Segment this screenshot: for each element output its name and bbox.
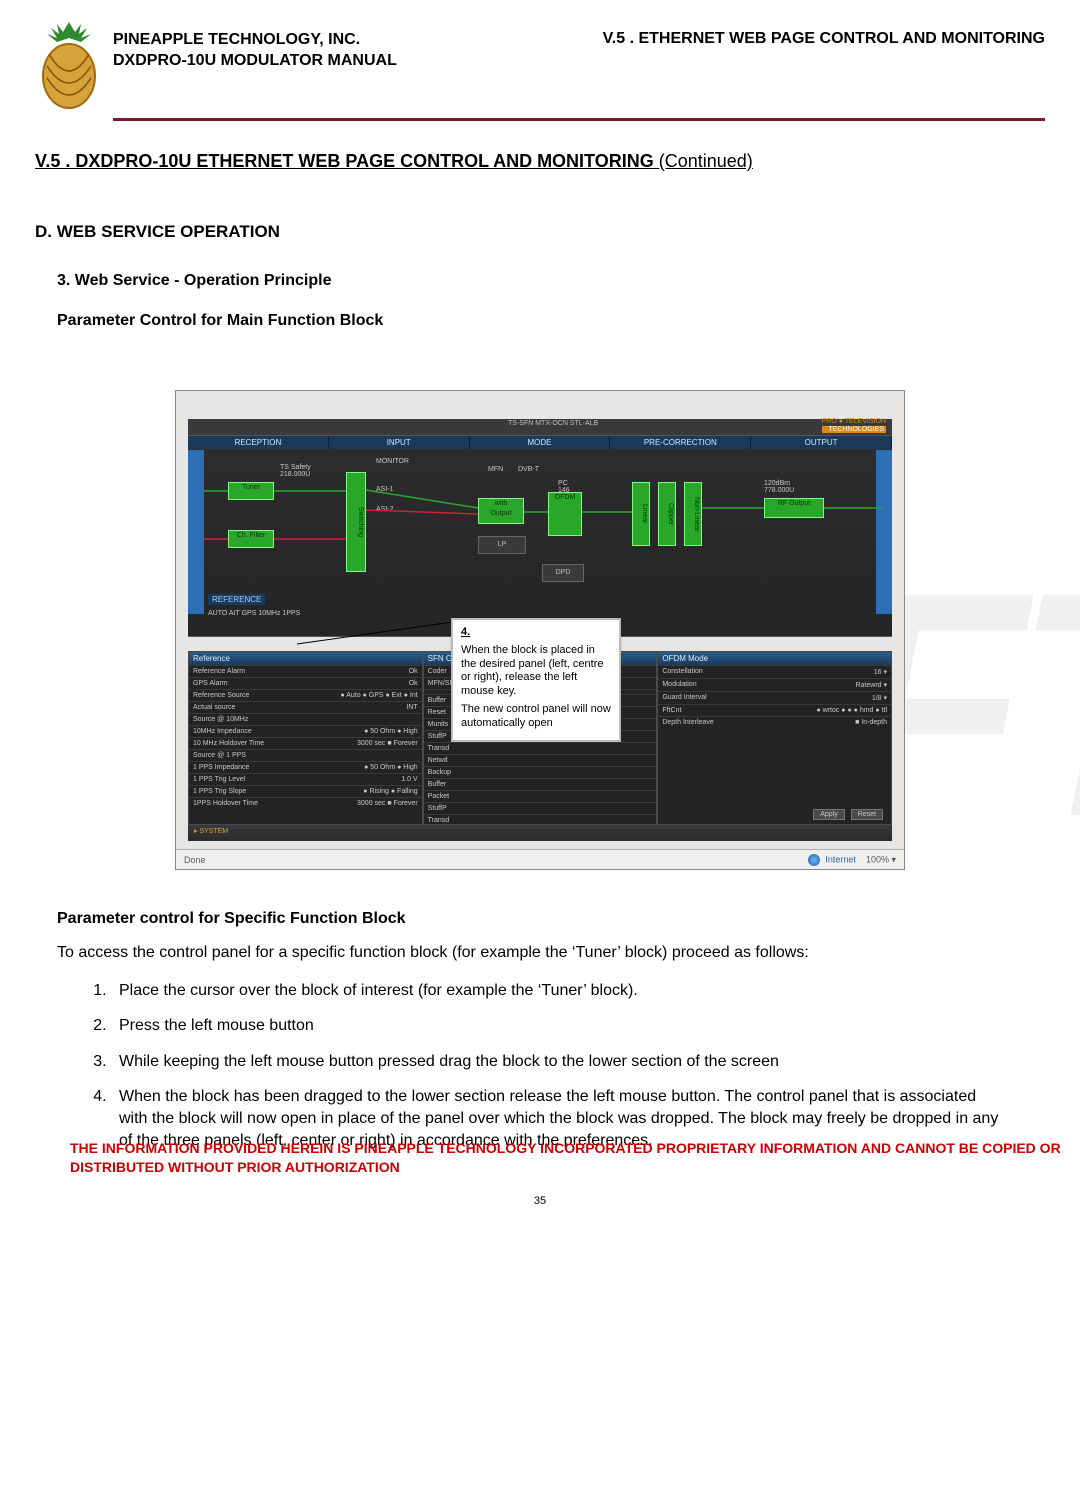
panel-row: Source @ 10MHz [189,713,422,725]
monitor-label: MONITOR [376,458,409,465]
panel-row: Depth Interleave■ In-depth [658,716,891,728]
reference-row: AUTO AIT GPS 10MHz 1PPS [208,610,300,617]
panel-row: FftCnt● wrtoc ● ● ● hmd ● ttl [658,704,891,716]
heading-d: D. WEB SERVICE OPERATION [35,222,1045,242]
section-title-main: V.5 . DXDPRO-10U ETHERNET WEB PAGE CONTR… [35,151,654,171]
band-hdr-input: INPUT [329,436,470,449]
panel-row: Packet [424,790,657,802]
status-internet: Internet [825,854,856,864]
rfout-freq-label: 120dBm 778.000U [764,480,794,494]
panel-row: Buffer [424,778,657,790]
panel-row: GPS AlarmOk [189,677,422,689]
reset-button[interactable]: Reset [851,809,883,820]
figure-screenshot: TS-SFN MTX-OCN STL-ALB PRO ● TELEVISION … [175,390,905,870]
band-hdr-output: OUTPUT [751,436,892,449]
panel-row: StuffP [424,802,657,814]
header-rule [113,118,1045,121]
heading-parameter-specific: Parameter control for Specific Function … [57,910,1045,928]
panel-row: 1 PPS Trig Slope● Rising ● Falling [189,785,422,797]
panel-row: Backup [424,766,657,778]
status-zoom: 100% ▾ [866,854,896,864]
panel-row: Reference Source● Auto ● GPS ● Ext ● Int [189,689,422,701]
apply-button[interactable]: Apply [813,809,845,820]
panel-row: Actual sourceINT [189,701,422,713]
callout-number: 4. [461,626,470,638]
panel-row: Transd [424,742,657,754]
panel-row: Guard Interval1/8 ▾ [658,691,891,704]
function-block-diagram: RECEPTION INPUT MODE PRE-CORRECTION OUTP… [188,435,892,637]
pineapple-logo-icon [35,20,103,112]
panel-ofdm: OFDM Mode Constellation16 ▾ModulationRat… [657,651,892,825]
panel-row: ModulationRatewrd ▾ [658,678,891,691]
asi1-label: ASI-1 [376,486,394,493]
panel-reference-title: Reference [189,652,422,665]
block-switching[interactable]: Switching [346,472,366,572]
panel-reference-rows: Reference AlarmOkGPS AlarmOkReference So… [189,665,422,809]
brand-logo: PRO ● TELEVISION TECHNOLOGIES [822,418,886,433]
internet-icon [808,854,820,866]
section-title-continued: (Continued) [659,151,753,171]
tuner-freq-label: TS Safety 218.000U [280,464,311,478]
panel-row: 1PPS Holdover Time3000 sec ■ Forever [189,797,422,809]
panel-row: Reference AlarmOk [189,665,422,677]
block-linear[interactable]: Linear [632,482,650,546]
page-number: 35 [35,1195,1045,1207]
brand-line2: TECHNOLOGIES [822,426,886,434]
panel-row: Source @ 1 PPS [189,749,422,761]
panel-row: Constellation16 ▾ [658,665,891,678]
header-left: PINEAPPLE TECHNOLOGY, INC. DXDPRO-10U MO… [113,30,397,72]
step-3: While keeping the left mouse button pres… [111,1051,1009,1073]
callout-p1: When the block is placed in the desired … [461,644,611,699]
band-hdr-mode: MODE [470,436,611,449]
block-clipper[interactable]: Clipper [658,482,676,546]
dvbt-label: DVB-T [518,466,539,473]
panel-row: 1 PPS Impedance● 50 Ohm ● High [189,761,422,773]
band-hdr-precorrection: PRE-CORRECTION [610,436,751,449]
header-topic: V.5 . ETHERNET WEB PAGE CONTROL AND MONI… [603,30,1045,48]
block-rfoutput[interactable]: RF Output [764,498,824,518]
block-output[interactable]: with Output [478,498,524,524]
mfn-label: MFN [488,466,503,473]
callout-step4: 4. When the block is placed in the desir… [451,618,621,742]
band-hdr-reception: RECEPTION [188,436,329,449]
footer-proprietary-warning: THE INFORMATION PROVIDED HEREIN IS PINEA… [70,1139,1080,1177]
block-ofdm[interactable]: OFDM [548,492,582,536]
block-chfilter[interactable]: Ch. Filter [228,530,274,548]
intro-paragraph: To access the control panel for a specif… [57,942,1045,964]
panel-row: 1 PPS Trig Level1.0 V [189,773,422,785]
heading-3: 3. Web Service - Operation Principle [57,272,1045,290]
heading-parameter-main: Parameter Control for Main Function Bloc… [57,312,1045,330]
block-nonlinear[interactable]: Non-Linear [684,482,702,546]
step-1: Place the cursor over the block of inter… [111,980,1009,1002]
block-dpd[interactable]: DPD [542,564,584,582]
panel-row: 10MHz Impedance● 50 Ohm ● High [189,725,422,737]
topbar-info: TS-SFN MTX-OCN STL-ALB [508,420,598,427]
asi2-label: ASI-2 [376,506,394,513]
panel-ofdm-rows: Constellation16 ▾ModulationRatewrd ▾Guar… [658,665,891,728]
brand-line1: PRO ● TELEVISION [822,418,886,426]
panel-row: Netwd [424,754,657,766]
system-bar: ▸ SYSTEM [188,825,892,841]
section-title: V.5 . DXDPRO-10U ETHERNET WEB PAGE CONTR… [35,151,1045,172]
callout-p2: The new control panel will now automatic… [461,703,611,731]
app-topbar: TS-SFN MTX-OCN STL-ALB PRO ● TELEVISION … [188,419,892,435]
steps-list: Place the cursor over the block of inter… [85,980,1045,1152]
product-name: DXDPRO-10U MODULATOR MANUAL [113,51,397,72]
step-2: Press the left mouse button [111,1015,1009,1037]
page-header: PINEAPPLE TECHNOLOGY, INC. DXDPRO-10U MO… [35,20,1045,112]
panel-reference: Reference Reference AlarmOkGPS AlarmOkRe… [188,651,423,825]
panel-row: 10 MHz Holdover Time3000 sec ■ Forever [189,737,422,749]
panel-ofdm-title: OFDM Mode [658,652,891,665]
browser-statusbar: Done Internet 100% ▾ [176,849,904,869]
block-lp[interactable]: LP [478,536,526,554]
block-tuner[interactable]: Tuner [228,482,274,500]
company-name: PINEAPPLE TECHNOLOGY, INC. [113,30,397,51]
status-done: Done [184,855,206,865]
reference-header: REFERENCE [208,594,265,605]
